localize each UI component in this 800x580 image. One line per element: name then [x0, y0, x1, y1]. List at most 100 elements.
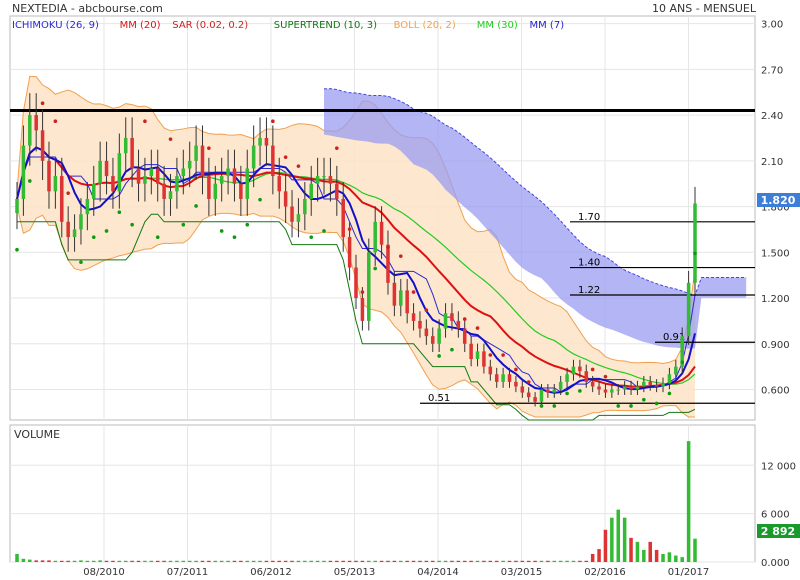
- sar-dot: [232, 235, 237, 240]
- candle-body: [494, 374, 499, 382]
- volume-bar: [424, 560, 429, 562]
- volume-bar: [373, 560, 377, 562]
- sar-dot: [450, 347, 454, 352]
- volume-bar: [622, 517, 627, 562]
- volume-bar: [456, 560, 461, 562]
- candle-body: [303, 198, 307, 215]
- sar-dot: [322, 229, 326, 233]
- sar-dot: [373, 266, 377, 271]
- candle-body: [661, 383, 665, 387]
- volume-bar: [123, 560, 128, 562]
- candle-body: [213, 183, 218, 199]
- volume-bar: [546, 560, 550, 562]
- candle-body: [245, 168, 250, 199]
- candle-body: [443, 313, 448, 329]
- sar-dot: [130, 222, 134, 227]
- candle-body: [309, 183, 313, 199]
- sar-dot: [603, 374, 608, 379]
- sar-dot: [360, 290, 365, 294]
- volume-bar: [149, 560, 154, 562]
- candle-body: [98, 160, 102, 184]
- volume-bar: [194, 560, 198, 562]
- chart-period: 10 ANS - MENSUEL: [652, 2, 757, 15]
- volume-bar: [629, 537, 633, 562]
- volume-bar: [187, 560, 192, 562]
- volume-bar: [475, 560, 480, 562]
- level-label: 0.51: [428, 393, 450, 404]
- candle-body: [40, 130, 45, 161]
- volume-bar: [610, 517, 614, 562]
- candle-body: [367, 252, 371, 321]
- candle-body: [104, 160, 109, 177]
- volume-bar: [526, 560, 531, 562]
- candle-body: [149, 168, 154, 177]
- volume-bar: [66, 560, 70, 562]
- candle-body: [635, 386, 640, 390]
- volume-bar: [271, 560, 275, 562]
- sar-dot: [501, 353, 505, 357]
- candle-body: [501, 374, 505, 382]
- price-tick-label: 2.70: [761, 65, 783, 76]
- candle-body: [15, 198, 19, 214]
- sar-dot: [578, 389, 582, 393]
- candle-body: [34, 115, 38, 131]
- volume-bar: [136, 560, 141, 562]
- volume-label: VOLUME: [14, 428, 60, 441]
- candle-body: [539, 389, 544, 402]
- level-label: 1.70: [578, 212, 600, 223]
- candle-body: [456, 320, 461, 329]
- candle-body: [328, 176, 333, 184]
- volume-bar: [239, 560, 243, 562]
- volume-bar: [155, 560, 160, 562]
- candle-body: [590, 381, 595, 387]
- price-tick-label: 3.00: [761, 20, 783, 31]
- volume-bar: [328, 560, 333, 562]
- volume-bar: [200, 560, 205, 562]
- candle-body: [117, 153, 122, 192]
- candle-body: [296, 214, 301, 222]
- price-tick-label: 2.10: [761, 157, 783, 168]
- volume-bar: [552, 560, 557, 562]
- volume-bar: [430, 560, 435, 562]
- candle-body: [571, 366, 576, 375]
- volume-bar: [303, 560, 307, 562]
- volume-bar: [597, 549, 601, 562]
- candle-body: [66, 221, 70, 238]
- volume-bar: [296, 560, 301, 562]
- sar-dot: [245, 222, 250, 227]
- sar-dot: [386, 245, 390, 249]
- sar-dot: [590, 367, 595, 372]
- candle-body: [130, 137, 134, 169]
- volume-bar: [686, 441, 691, 562]
- time-tick-label: 08/2010: [83, 567, 125, 578]
- volume-bar: [104, 560, 109, 562]
- time-tick-label: 01/2017: [668, 567, 710, 578]
- candle-body: [53, 176, 58, 192]
- candle-body: [219, 176, 224, 184]
- sar-dot: [27, 179, 32, 183]
- legend-item: BOLL (20, 2): [394, 20, 456, 31]
- candle-body: [584, 371, 589, 382]
- volume-bar: [642, 549, 646, 562]
- volume-bar: [341, 560, 345, 562]
- volume-bar: [175, 560, 179, 562]
- time-tick-label: 04/2014: [417, 567, 459, 578]
- candle-body: [28, 115, 32, 146]
- candle-body: [251, 145, 256, 169]
- volume-bar: [347, 560, 352, 562]
- candle-body: [603, 389, 608, 393]
- candle-body: [354, 267, 358, 299]
- candle-body: [258, 137, 262, 146]
- legend-item: SAR (0.02, 0.2): [172, 20, 248, 31]
- volume-bar: [232, 560, 237, 562]
- sar-dot: [155, 235, 160, 240]
- candle-body: [424, 328, 429, 337]
- volume-bar: [91, 560, 96, 562]
- sar-dot: [680, 360, 685, 365]
- candle-body: [642, 381, 646, 387]
- candle-body: [79, 214, 83, 230]
- volume-bar: [680, 557, 684, 562]
- candle-body: [616, 389, 621, 391]
- last-volume-value: 2 892: [761, 525, 795, 538]
- volume-bar: [399, 560, 403, 562]
